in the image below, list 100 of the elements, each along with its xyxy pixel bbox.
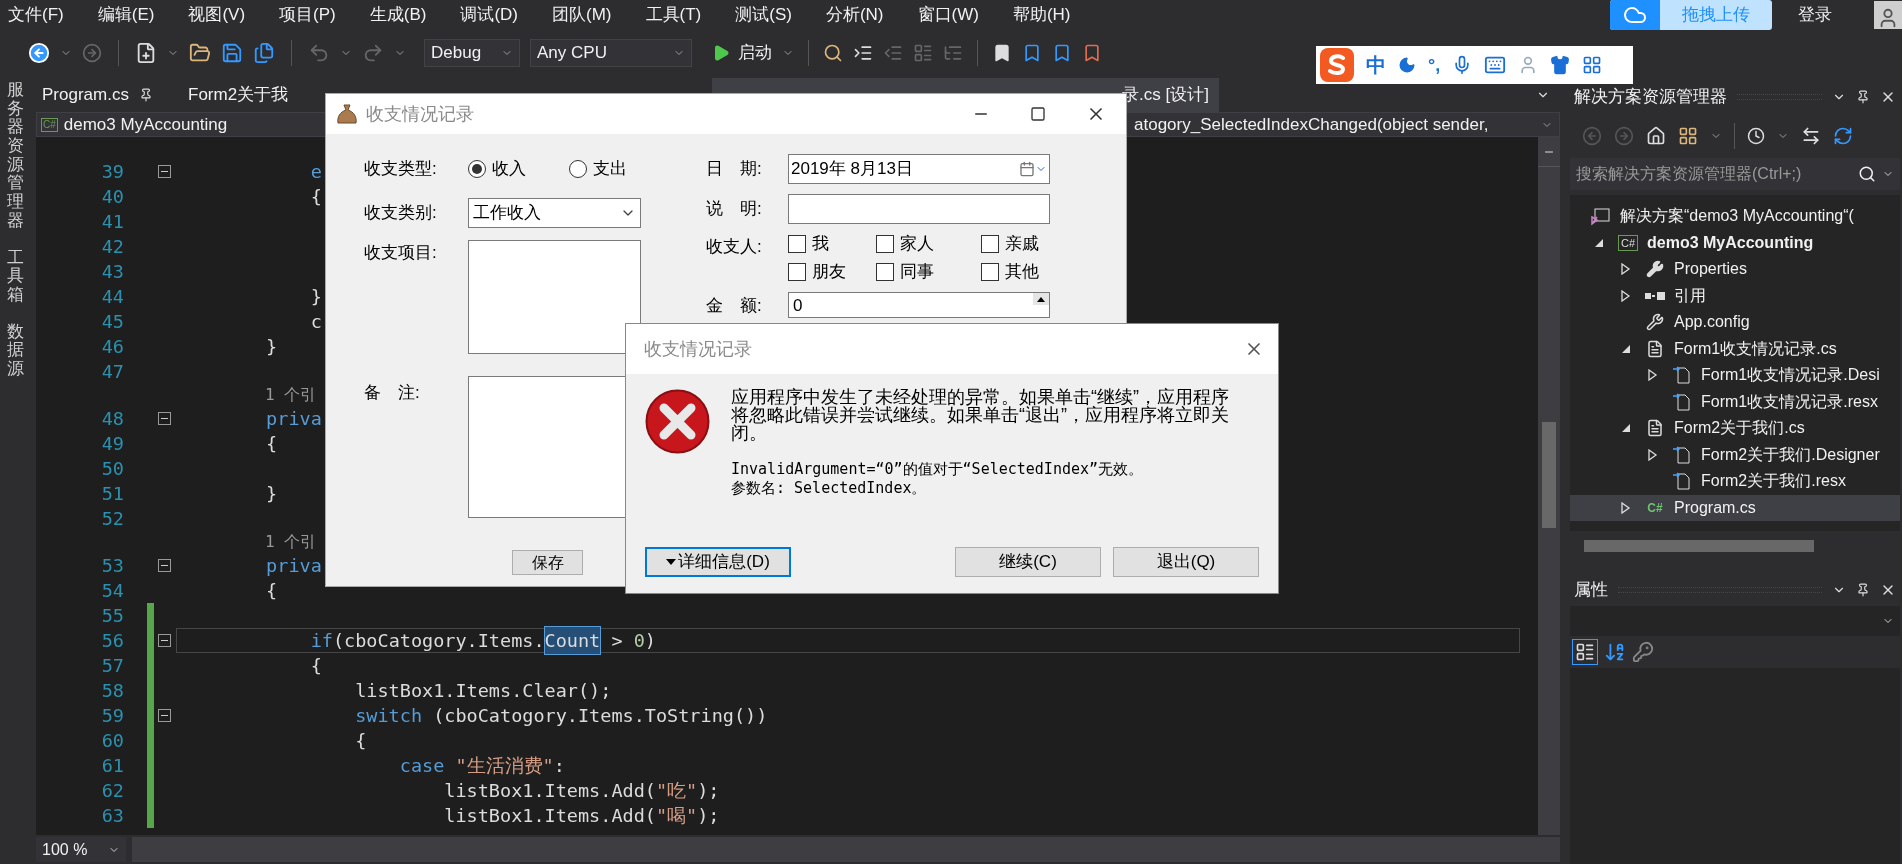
configuration-dropdown[interactable]: Debug — [424, 38, 520, 67]
editor-tab[interactable]: Program.cs — [36, 78, 182, 112]
key-icon[interactable] — [1632, 641, 1654, 663]
find-icon[interactable] — [823, 42, 843, 63]
description-field[interactable] — [788, 194, 1050, 224]
radio-button[interactable] — [468, 160, 486, 178]
details-button[interactable]: 详细信息(D) — [645, 547, 791, 577]
menu-item[interactable]: 项目(P) — [279, 2, 336, 28]
collapse-icon[interactable] — [158, 412, 171, 425]
menu-item[interactable]: 视图(V) — [188, 2, 246, 28]
search-field[interactable]: 搜索解决方案资源管理器(Ctrl+;) — [1570, 158, 1900, 190]
amount-field[interactable]: 0 — [788, 292, 1050, 318]
items-list[interactable] — [468, 240, 641, 354]
collapsed-arrow-icon[interactable] — [1648, 448, 1658, 461]
scroll-thumb[interactable] — [1542, 422, 1556, 528]
side-tab[interactable]: 工具箱 — [6, 248, 24, 305]
side-tab[interactable]: 服务器资源管理器 — [6, 81, 24, 231]
checkbox[interactable] — [876, 235, 894, 253]
checkbox-label[interactable]: 其他 — [1005, 259, 1039, 285]
alphabetical-icon[interactable] — [1604, 641, 1626, 663]
date-picker[interactable]: 2019年 8月13日 — [788, 154, 1050, 184]
save-icon[interactable] — [221, 41, 243, 64]
search-icon[interactable] — [1858, 165, 1876, 183]
menu-item[interactable]: 团队(M) — [552, 2, 612, 28]
checkbox-label[interactable]: 我 — [812, 231, 829, 257]
checkbox-label[interactable]: 同事 — [900, 259, 934, 285]
expanded-arrow-icon[interactable] — [1594, 237, 1604, 248]
dialog-button[interactable]: 退出(Q) — [1113, 547, 1259, 577]
pin-icon[interactable] — [1856, 582, 1870, 597]
clock-icon[interactable] — [1747, 126, 1765, 145]
input-mode[interactable]: 中 — [1366, 50, 1386, 80]
grid-icon[interactable] — [1582, 55, 1603, 75]
folder-icon[interactable] — [189, 41, 211, 64]
zoom-dropdown[interactable]: 100 % — [36, 837, 126, 862]
bookmark-next-icon[interactable] — [1052, 42, 1072, 63]
list-icon[interactable] — [913, 42, 933, 63]
bookmark-clear-icon[interactable] — [1082, 42, 1102, 63]
collapsed-arrow-icon[interactable] — [1621, 263, 1631, 276]
pin-icon[interactable] — [1856, 89, 1870, 104]
collapsed-arrow-icon[interactable] — [1621, 501, 1631, 514]
save-button[interactable]: 保存 — [512, 550, 583, 575]
checkbox-label[interactable]: 朋友 — [812, 259, 846, 285]
radio-label[interactable]: 收入 — [492, 156, 526, 182]
collapsed-arrow-icon[interactable] — [1621, 289, 1631, 302]
keyboard-icon[interactable] — [1484, 54, 1507, 76]
tree-item[interactable]: App.config — [1570, 309, 1900, 336]
checkbox[interactable] — [788, 235, 806, 253]
category-dropdown[interactable]: 工作收入 — [468, 198, 641, 228]
switch-views-icon[interactable] — [1678, 125, 1698, 146]
menu-item[interactable]: 编辑(E) — [97, 2, 155, 28]
radio-label[interactable]: 支出 — [593, 156, 627, 182]
sync-icon[interactable] — [1801, 125, 1821, 146]
collapse-icon[interactable] — [158, 559, 171, 572]
menu-item[interactable]: 文件(F) — [8, 2, 64, 28]
tree-item[interactable]: Form2关于我们.Designer — [1570, 441, 1900, 468]
shirt-icon[interactable] — [1550, 55, 1571, 75]
tree-item[interactable]: Form1收支情况记录.cs — [1570, 335, 1900, 362]
tree-item[interactable]: Form2关于我们.resx — [1570, 468, 1900, 495]
vertical-scrollbar[interactable] — [1538, 137, 1560, 835]
pin-icon[interactable] — [138, 88, 153, 102]
new-file-icon[interactable] — [135, 41, 157, 64]
avatar-icon[interactable] — [1874, 1, 1902, 29]
moon-icon[interactable] — [1398, 56, 1416, 74]
scroll-thumb[interactable] — [1584, 540, 1814, 552]
member-dropdown[interactable]: atogory_SelectedIndexChanged(object sender, — [1125, 112, 1560, 137]
codelens-text[interactable]: 1 个引 — [265, 530, 317, 554]
menu-item[interactable]: 帮助(H) — [1012, 2, 1071, 28]
forward-icon[interactable] — [82, 42, 102, 63]
categorized-icon[interactable] — [1572, 639, 1598, 665]
menu-item[interactable]: 分析(N) — [825, 2, 884, 28]
tree-item[interactable]: Properties — [1570, 256, 1900, 283]
menu-item[interactable]: 工具(T) — [645, 2, 702, 28]
expanded-arrow-icon[interactable] — [1621, 343, 1631, 354]
collapse-icon[interactable] — [158, 634, 171, 647]
platform-dropdown[interactable]: Any CPU — [530, 38, 692, 67]
radio-button[interactable] — [569, 160, 587, 178]
punctuation-mode[interactable]: °, — [1428, 51, 1441, 79]
collapsed-arrow-icon[interactable] — [1648, 369, 1658, 382]
menu-item[interactable]: 调试(D) — [460, 2, 518, 28]
bookmark-icon[interactable] — [992, 42, 1012, 63]
menu-item[interactable]: 测试(S) — [735, 2, 792, 28]
tree-item[interactable]: Form1收支情况记录.resx — [1570, 388, 1900, 415]
tree-item[interactable]: Form2关于我们.cs — [1570, 415, 1900, 442]
tree-item[interactable]: 引用 — [1570, 282, 1900, 309]
save-all-icon[interactable] — [253, 41, 275, 64]
start-button[interactable]: 启动 — [712, 39, 772, 66]
checkbox-label[interactable]: 家人 — [900, 231, 934, 257]
spin-up-icon[interactable] — [1033, 293, 1049, 305]
side-tab[interactable]: 数据源 — [6, 322, 24, 379]
bookmark-previous-icon[interactable] — [1022, 42, 1042, 63]
login-link[interactable]: 登录 — [1798, 2, 1832, 28]
logo-icon[interactable] — [1320, 48, 1354, 82]
collapse-icon[interactable] — [158, 165, 171, 178]
expanded-arrow-icon[interactable] — [1621, 423, 1631, 434]
tree-item[interactable]: Form1收支情况记录.Desi — [1570, 362, 1900, 389]
checkbox-label[interactable]: 亲戚 — [1005, 231, 1039, 257]
checkbox[interactable] — [876, 263, 894, 281]
maximize-icon[interactable] — [1030, 106, 1046, 122]
refresh-icon[interactable] — [1833, 125, 1853, 146]
codelens-text[interactable]: 1 个引 — [265, 383, 317, 407]
